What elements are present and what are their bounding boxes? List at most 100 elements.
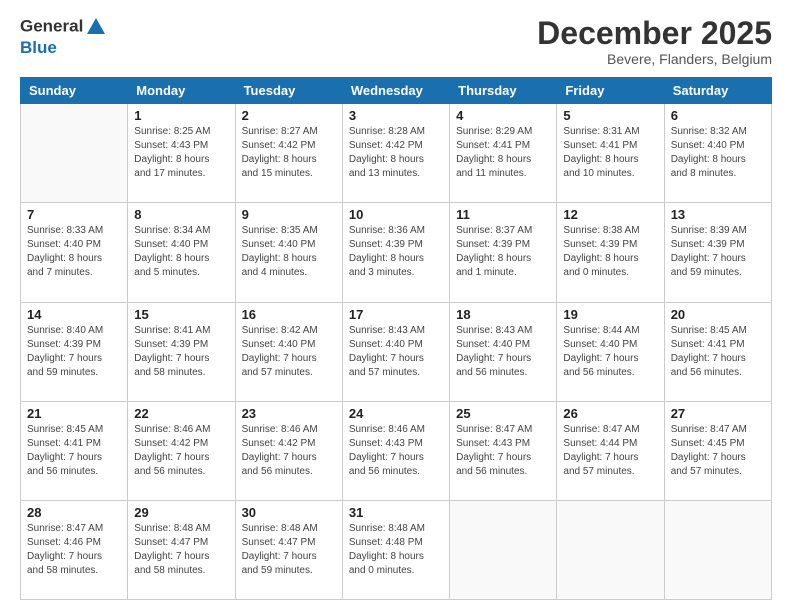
calendar-table: SundayMondayTuesdayWednesdayThursdayFrid… [20,77,772,600]
calendar-cell: 24 Sunrise: 8:46 AMSunset: 4:43 PMDayligh… [342,401,449,500]
cell-info: Sunrise: 8:47 AMSunset: 4:44 PMDaylight:… [563,423,657,479]
cell-info: Sunrise: 8:39 AMSunset: 4:39 PMDaylight:… [671,224,765,280]
calendar-week-row: 14Sunrise: 8:40 AMSunset: 4:39 PMDayligh… [21,302,772,401]
calendar-cell: 13 Sunrise: 8:39 AMSunset: 4:39 PMDayligh… [664,203,771,302]
weekday-header: Thursday [450,78,557,104]
cell-info: Sunrise: 8:32 AMSunset: 4:40 PMDaylight:… [671,125,765,181]
calendar-cell: 25 Sunrise: 8:47 AMSunset: 4:43 PMDayligh… [450,401,557,500]
calendar-cell: 16Sunrise: 8:42 AMSunset: 4:40 PMDayligh… [235,302,342,401]
day-number: 22 [134,406,228,421]
cell-info: Sunrise: 8:45 AMSunset: 4:41 PMDaylight:… [671,324,765,380]
day-number: 21 [27,406,121,421]
title-block: December 2025 Bevere, Flanders, Belgium [537,16,772,67]
cell-info: Sunrise: 8:45 AMSunset: 4:41 PMDaylight:… [27,423,121,479]
cell-info: Sunrise: 8:35 AMSunset: 4:40 PMDaylight:… [242,224,336,280]
cell-info: Sunrise: 8:31 AMSunset: 4:41 PMDaylight:… [563,125,657,181]
weekday-header: Monday [128,78,235,104]
calendar-cell [450,500,557,599]
location-subtitle: Bevere, Flanders, Belgium [537,51,772,67]
day-number: 19 [563,307,657,322]
logo-blue: Blue [20,38,107,58]
day-number: 2 [242,108,336,123]
page: General Blue December 2025 Bevere, Fland… [0,0,792,612]
calendar-cell: 12Sunrise: 8:38 AMSunset: 4:39 PMDayligh… [557,203,664,302]
cell-info: Sunrise: 8:46 AMSunset: 4:42 PMDaylight:… [134,423,228,479]
cell-info: Sunrise: 8:37 AMSunset: 4:39 PMDaylight:… [456,224,550,280]
calendar-cell: 22 Sunrise: 8:46 AMSunset: 4:42 PMDayligh… [128,401,235,500]
calendar-cell: 28 Sunrise: 8:47 AMSunset: 4:46 PMDayligh… [21,500,128,599]
cell-info: Sunrise: 8:48 AMSunset: 4:47 PMDaylight:… [134,522,228,578]
day-number: 26 [563,406,657,421]
calendar-cell: 14Sunrise: 8:40 AMSunset: 4:39 PMDayligh… [21,302,128,401]
weekday-header: Wednesday [342,78,449,104]
cell-info: Sunrise: 8:29 AMSunset: 4:41 PMDaylight:… [456,125,550,181]
calendar-cell: 23 Sunrise: 8:46 AMSunset: 4:42 PMDayligh… [235,401,342,500]
calendar-week-row: 7Sunrise: 8:33 AMSunset: 4:40 PMDaylight… [21,203,772,302]
day-number: 11 [456,207,550,222]
cell-info: Sunrise: 8:48 AMSunset: 4:48 PMDaylight:… [349,522,443,578]
cell-info: Sunrise: 8:47 AMSunset: 4:46 PMDaylight:… [27,522,121,578]
day-number: 25 [456,406,550,421]
calendar-cell [664,500,771,599]
day-number: 13 [671,207,765,222]
calendar-cell: 6 Sunrise: 8:32 AMSunset: 4:40 PMDaylight… [664,104,771,203]
calendar-header-row: SundayMondayTuesdayWednesdayThursdayFrid… [21,78,772,104]
calendar-cell: 26 Sunrise: 8:47 AMSunset: 4:44 PMDayligh… [557,401,664,500]
cell-info: Sunrise: 8:28 AMSunset: 4:42 PMDaylight:… [349,125,443,181]
cell-info: Sunrise: 8:48 AMSunset: 4:47 PMDaylight:… [242,522,336,578]
day-number: 31 [349,505,443,520]
logo-icon [85,16,107,38]
day-number: 20 [671,307,765,322]
day-number: 6 [671,108,765,123]
weekday-header: Tuesday [235,78,342,104]
cell-info: Sunrise: 8:42 AMSunset: 4:40 PMDaylight:… [242,324,336,380]
day-number: 5 [563,108,657,123]
calendar-cell: 5 Sunrise: 8:31 AMSunset: 4:41 PMDaylight… [557,104,664,203]
day-number: 15 [134,307,228,322]
day-number: 27 [671,406,765,421]
calendar-cell: 9 Sunrise: 8:35 AMSunset: 4:40 PMDaylight… [235,203,342,302]
cell-info: Sunrise: 8:34 AMSunset: 4:40 PMDaylight:… [134,224,228,280]
cell-info: Sunrise: 8:27 AMSunset: 4:42 PMDaylight:… [242,125,336,181]
logo: General Blue [20,16,107,58]
day-number: 7 [27,207,121,222]
day-number: 18 [456,307,550,322]
cell-info: Sunrise: 8:46 AMSunset: 4:42 PMDaylight:… [242,423,336,479]
calendar-cell: 15Sunrise: 8:41 AMSunset: 4:39 PMDayligh… [128,302,235,401]
day-number: 8 [134,207,228,222]
calendar-week-row: 1Sunrise: 8:25 AMSunset: 4:43 PMDaylight… [21,104,772,203]
day-number: 4 [456,108,550,123]
cell-info: Sunrise: 8:46 AMSunset: 4:43 PMDaylight:… [349,423,443,479]
cell-info: Sunrise: 8:47 AMSunset: 4:45 PMDaylight:… [671,423,765,479]
day-number: 30 [242,505,336,520]
calendar-cell: 8 Sunrise: 8:34 AMSunset: 4:40 PMDaylight… [128,203,235,302]
day-number: 9 [242,207,336,222]
calendar-cell [557,500,664,599]
calendar-cell: 10Sunrise: 8:36 AMSunset: 4:39 PMDayligh… [342,203,449,302]
day-number: 23 [242,406,336,421]
calendar-cell: 31 Sunrise: 8:48 AMSunset: 4:48 PMDayligh… [342,500,449,599]
day-number: 29 [134,505,228,520]
header: General Blue December 2025 Bevere, Fland… [20,16,772,67]
cell-info: Sunrise: 8:36 AMSunset: 4:39 PMDaylight:… [349,224,443,280]
cell-info: Sunrise: 8:43 AMSunset: 4:40 PMDaylight:… [456,324,550,380]
cell-info: Sunrise: 8:44 AMSunset: 4:40 PMDaylight:… [563,324,657,380]
weekday-header: Friday [557,78,664,104]
day-number: 17 [349,307,443,322]
calendar-cell: 2 Sunrise: 8:27 AMSunset: 4:42 PMDaylight… [235,104,342,203]
calendar-cell [21,104,128,203]
calendar-cell: 18 Sunrise: 8:43 AMSunset: 4:40 PMDayligh… [450,302,557,401]
day-number: 28 [27,505,121,520]
cell-info: Sunrise: 8:25 AMSunset: 4:43 PMDaylight:… [134,125,228,181]
month-title: December 2025 [537,16,772,51]
cell-info: Sunrise: 8:47 AMSunset: 4:43 PMDaylight:… [456,423,550,479]
calendar-week-row: 21 Sunrise: 8:45 AMSunset: 4:41 PMDayligh… [21,401,772,500]
calendar-cell: 21 Sunrise: 8:45 AMSunset: 4:41 PMDayligh… [21,401,128,500]
calendar-cell: 11 Sunrise: 8:37 AMSunset: 4:39 PMDayligh… [450,203,557,302]
calendar-cell: 7Sunrise: 8:33 AMSunset: 4:40 PMDaylight… [21,203,128,302]
day-number: 24 [349,406,443,421]
day-number: 14 [27,307,121,322]
calendar-cell: 4 Sunrise: 8:29 AMSunset: 4:41 PMDaylight… [450,104,557,203]
calendar-cell: 30 Sunrise: 8:48 AMSunset: 4:47 PMDayligh… [235,500,342,599]
day-number: 12 [563,207,657,222]
